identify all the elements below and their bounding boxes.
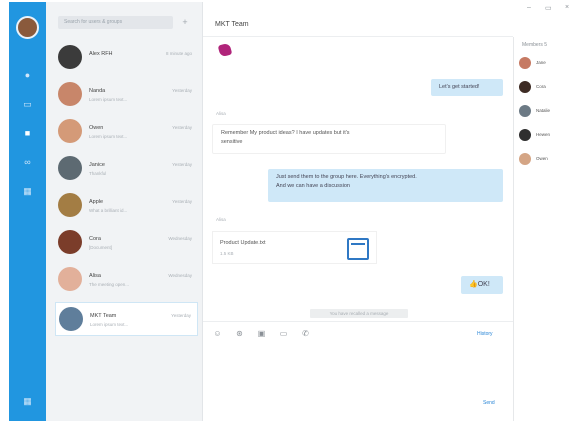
conversation-name: Owen <box>89 125 104 131</box>
folder-icon[interactable]: ▭ <box>278 328 289 339</box>
conversation-item[interactable]: Alex RFH 8 minute ago <box>55 41 198 75</box>
conversation-item[interactable]: Janice Yesterday Thankful <box>55 152 198 186</box>
members-title: Members 5 <box>522 42 548 48</box>
conversation-name: MKT Team <box>90 313 117 319</box>
member-name: Natalie <box>536 108 551 113</box>
my-avatar[interactable] <box>16 16 39 39</box>
conversation-time: Yesterday <box>172 125 192 130</box>
mention-icon[interactable]: ⊛ <box>234 328 245 339</box>
header-divider <box>203 36 513 37</box>
avatar <box>519 129 531 141</box>
file-size: 1.5 KB <box>220 251 234 256</box>
sender-name: Alisa <box>216 217 226 222</box>
emoji-icon[interactable]: ☺ <box>212 328 223 339</box>
conversation-name: Nanda <box>89 88 106 94</box>
conversation-name: Apple <box>89 199 104 205</box>
conversation-time: Wednesday <box>168 273 192 278</box>
conversation-item[interactable]: Cora Wednesday [Document] <box>55 226 198 260</box>
close-button[interactable]: × <box>565 4 569 11</box>
sender-name: Alisa <box>216 111 226 116</box>
avatar <box>58 45 82 69</box>
folder-icon[interactable]: ▭ <box>21 99 34 109</box>
send-button[interactable]: Send <box>483 400 495 406</box>
member-item[interactable]: Hewen <box>519 129 576 141</box>
avatar <box>58 156 82 180</box>
history-link[interactable]: History <box>477 331 493 337</box>
avatar <box>519 153 531 165</box>
avatar <box>519 81 531 93</box>
conversation-snippet: What a brilliant id... <box>89 208 128 213</box>
conversation-name: Alex RFH <box>89 51 113 57</box>
avatar <box>58 267 82 291</box>
contacts-icon[interactable]: ● <box>21 70 34 80</box>
outgoing-message: Let's get started! <box>431 79 503 96</box>
conversation-item[interactable]: Apple Yesterday What a brilliant id... <box>55 189 198 223</box>
conversation-snippet: Lorem ipsum text... <box>89 97 128 102</box>
file-name: Product Update.txt <box>220 240 266 246</box>
chat-title: MKT Team <box>215 21 249 28</box>
phone-icon[interactable]: ✆ <box>300 328 311 339</box>
avatar <box>519 57 531 69</box>
conversation-time: Yesterday <box>172 88 192 93</box>
member-item[interactable]: Owen <box>519 153 576 165</box>
minimize-button[interactable]: – <box>527 4 531 11</box>
add-icon[interactable]: + <box>179 16 191 29</box>
conversation-name: Janice <box>89 162 105 168</box>
member-name: Hewen <box>536 132 551 137</box>
conversation-item[interactable]: Alisa Wednesday The meeting open... <box>55 263 198 297</box>
avatar <box>58 119 82 143</box>
member-name: Owen <box>536 156 548 161</box>
recall-notice: You have recalled a message <box>310 309 408 318</box>
search-input[interactable]: Search for users & groups <box>58 16 173 29</box>
app-rail: ● ▭ ■ ∞ ▦ ▦ <box>9 2 46 421</box>
message-line: And we can have a discussion <box>276 183 350 189</box>
calendar-icon[interactable]: ▦ <box>21 186 34 196</box>
chat-icon[interactable]: ■ <box>21 128 34 138</box>
avatar <box>519 105 531 117</box>
conversation-snippet: The meeting open... <box>89 282 130 287</box>
member-item[interactable]: Jane <box>519 57 576 69</box>
screenshot-icon[interactable]: ▣ <box>256 328 267 339</box>
sticker-image <box>217 42 233 58</box>
message-line: sensitive <box>221 139 243 145</box>
member-item[interactable]: Natalie <box>519 105 576 117</box>
apps-grid-icon[interactable]: ▦ <box>21 396 34 406</box>
maximize-button[interactable]: ▭ <box>545 4 552 12</box>
message-line: Just send them to the group here. Everyt… <box>276 174 417 180</box>
message-line: Remember My product ideas? I have update… <box>221 130 350 136</box>
avatar <box>58 193 82 217</box>
file-attachment[interactable]: Product Update.txt 1.5 KB <box>212 231 377 264</box>
outgoing-message: Just send them to the group here. Everyt… <box>268 169 503 202</box>
conversation-name: Alisa <box>89 273 101 279</box>
conversation-snippet: [Document] <box>89 245 113 250</box>
avatar <box>58 230 82 254</box>
conversation-item[interactable]: Nanda Yesterday Lorem ipsum text... <box>55 78 198 112</box>
conversation-time: Yesterday <box>172 162 192 167</box>
conversation-time: Wednesday <box>168 236 192 241</box>
avatar <box>58 82 82 106</box>
link-icon[interactable]: ∞ <box>21 157 34 167</box>
conversation-name: Cora <box>89 236 101 242</box>
avatar <box>59 307 83 331</box>
conversation-snippet: Lorem ipsum text... <box>90 322 129 327</box>
conversation-time: Yesterday <box>171 313 191 318</box>
conversation-sidebar: Search for users & groups + Alex RFH 8 m… <box>46 2 203 421</box>
conversation-time: 8 minute ago <box>165 51 192 56</box>
reaction-message: 👍OK! <box>461 276 503 294</box>
member-name: Jane <box>536 60 546 65</box>
conversation-snippet: Thankful <box>89 171 107 176</box>
compose-toolbar: ☺ ⊛ ▣ ▭ ✆ <box>210 328 500 340</box>
conversation-snippet: Lorem ipsum text... <box>89 134 128 139</box>
file-icon <box>347 238 369 260</box>
conversation-item[interactable]: Owen Yesterday Lorem ipsum text... <box>55 115 198 149</box>
input-divider <box>203 321 513 322</box>
member-item[interactable]: Cora <box>519 81 576 93</box>
incoming-message: Remember My product ideas? I have update… <box>212 124 446 154</box>
members-panel <box>513 37 576 421</box>
conversation-item-active[interactable]: MKT Team Yesterday Lorem ipsum text... <box>55 302 198 336</box>
member-name: Cora <box>536 84 546 89</box>
conversation-time: Yesterday <box>172 199 192 204</box>
